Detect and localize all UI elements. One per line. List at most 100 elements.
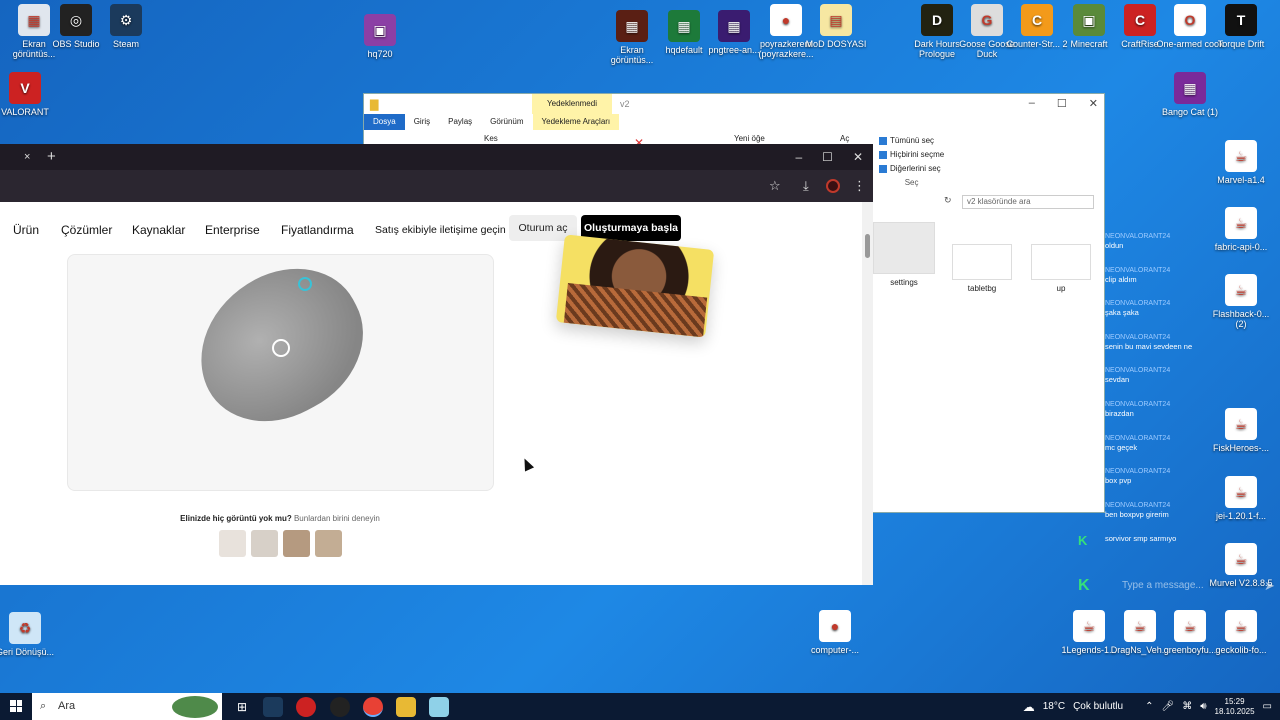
desktop-icon[interactable]: ▣ hq720	[346, 14, 414, 59]
chat-username[interactable]: NEONVALORANT24	[1105, 467, 1245, 476]
app-icon: ☕	[1073, 610, 1105, 642]
tab-file[interactable]: Dosya	[364, 114, 405, 130]
chat-username[interactable]: NEONVALORANT24	[1105, 366, 1245, 375]
nav-product[interactable]: Ürün	[13, 223, 39, 237]
clock[interactable]: 15:29 18.10.2025	[1215, 697, 1255, 717]
new-item-button[interactable]: Yeni öğe	[734, 134, 765, 143]
tab-backup-tools[interactable]: Yedekleme Araçları	[532, 114, 620, 130]
scrollbar[interactable]	[862, 202, 873, 585]
weather-icon: ☁	[1022, 699, 1035, 714]
app-icon: ▦	[616, 10, 648, 42]
tab-view[interactable]: Görünüm	[481, 114, 532, 130]
notepad-taskbar-icon[interactable]	[429, 697, 449, 717]
app-icon: ▦	[1174, 72, 1206, 104]
mic-icon[interactable]: 🎤︎	[1161, 701, 1174, 712]
bookmark-star-icon[interactable]: ☆	[769, 178, 781, 194]
send-icon[interactable]: ➤	[1264, 578, 1275, 594]
craftrise-taskbar-icon[interactable]	[296, 697, 316, 717]
desktop-icon[interactable]: ▦ Bango Cat (1)	[1156, 72, 1224, 117]
invert-selection-button[interactable]: Diğerlerini seç	[879, 162, 944, 176]
download-icon[interactable]: ⤓	[803, 178, 809, 194]
sample-image-thumb[interactable]	[219, 530, 246, 557]
notifications-icon[interactable]: ▭	[1263, 701, 1272, 712]
tab-home[interactable]: Giriş	[405, 114, 439, 130]
close-icon[interactable]: ✕	[1089, 97, 1098, 110]
browser-window[interactable]: × + – ☐ ✕ ☆ ⤓ ⋮ Ürün Çözümler Kaynaklar …	[0, 144, 873, 585]
explorer-titlebar[interactable]: ▇ Yedeklenmedi v2 – ☐ ✕	[364, 94, 1104, 114]
sample-image-thumb[interactable]	[283, 530, 310, 557]
steam-taskbar-icon[interactable]	[263, 697, 283, 717]
weather-temp[interactable]: 18°C	[1043, 701, 1065, 712]
app-icon: V	[9, 72, 41, 104]
chat-username[interactable]: NEONVALORANT24	[1105, 434, 1245, 443]
nav-resources[interactable]: Kaynaklar	[132, 223, 185, 237]
chat-username[interactable]: NEONVALORANT24	[1105, 333, 1245, 342]
desktop-icon[interactable]: ⚙ Steam	[92, 4, 160, 49]
desktop-icon[interactable]: ● computer-...	[801, 610, 869, 655]
maximize-icon[interactable]: ☐	[1057, 97, 1067, 110]
app-icon: ●	[770, 4, 802, 36]
app-icon: ▣	[1073, 4, 1105, 36]
contact-sales-link[interactable]: Satış ekibiyle iletişime geçin	[375, 224, 506, 236]
search-input[interactable]: v2 klasöründe ara	[962, 195, 1094, 209]
context-tab-label[interactable]: Yedeklenmedi	[532, 94, 612, 114]
nav-solutions[interactable]: Çözümler	[61, 223, 112, 237]
taskbar-search[interactable]: ⌕ Ara	[32, 693, 222, 720]
example-photo	[555, 234, 715, 338]
tab-share[interactable]: Paylaş	[439, 114, 481, 130]
sample-image-thumb[interactable]	[251, 530, 278, 557]
profile-avatar[interactable]	[826, 179, 840, 193]
select-all-button[interactable]: Tümünü seç	[879, 134, 944, 148]
volume-icon[interactable]: 🔊︎	[1200, 701, 1206, 712]
desktop-icon[interactable]: V VALORANT	[0, 72, 59, 117]
desktop-icon[interactable]: ☕ geckolib-fo...	[1207, 610, 1275, 655]
chrome-taskbar-icon[interactable]	[363, 697, 383, 717]
desktop-icon[interactable]: ▤ MoD DOSYASI	[802, 4, 870, 49]
sample-image-thumb[interactable]	[315, 530, 342, 557]
nav-pricing[interactable]: Fiyatlandırma	[281, 223, 354, 237]
sample-hint: Elinizde hiç görüntü yok mu? Bunlardan b…	[180, 514, 380, 523]
app-icon: C	[1021, 4, 1053, 36]
file-item-settings[interactable]: settings	[869, 222, 939, 287]
open-button[interactable]: Aç	[840, 134, 849, 143]
chat-input[interactable]: Type a message...	[1122, 580, 1204, 591]
refresh-icon[interactable]: ↻	[944, 195, 952, 206]
network-icon[interactable]: ⌘	[1182, 701, 1192, 712]
chevron-up-icon[interactable]: ⌃	[1145, 701, 1153, 712]
image-upload-area[interactable]	[67, 243, 494, 491]
task-view-icon[interactable]: ⊞	[232, 697, 252, 717]
chat-text: sorvivor smp sarmıyo	[1105, 534, 1177, 544]
chat-username[interactable]: NEONVALORANT24	[1105, 232, 1245, 241]
close-icon[interactable]: ✕	[853, 150, 863, 164]
chat-username[interactable]: NEONVALORANT24	[1105, 400, 1245, 409]
file-item-tabletbg[interactable]: tabletbg	[947, 244, 1017, 293]
chat-username[interactable]: NEONVALORANT24	[1105, 266, 1245, 275]
desktop-icon[interactable]: T Torque Drift	[1207, 4, 1275, 49]
app-icon: C	[1124, 4, 1156, 36]
app-icon: ☕	[1124, 610, 1156, 642]
chat-text: birazdan	[1105, 408, 1134, 418]
minimize-icon[interactable]: –	[795, 150, 802, 164]
chat-username[interactable]: NEONVALORANT24	[1105, 299, 1245, 308]
cut-button[interactable]: Kes	[484, 134, 498, 143]
desktop-icon[interactable]: ☕ Marvel-a1.4	[1207, 140, 1275, 185]
menu-dots-icon[interactable]: ⋮	[853, 178, 866, 194]
select-none-button[interactable]: Hiçbirini seçme	[879, 148, 944, 162]
chat-text: şaka şaka	[1105, 308, 1139, 318]
explorer-taskbar-icon[interactable]	[396, 697, 416, 717]
nav-enterprise[interactable]: Enterprise	[205, 223, 260, 237]
minimize-icon[interactable]: –	[1029, 97, 1035, 110]
chat-message: NEONVALORANT24 box pvp	[1105, 467, 1245, 501]
app-icon: O	[1174, 4, 1206, 36]
chat-username[interactable]: NEONVALORANT24	[1105, 501, 1245, 510]
desktop-icon[interactable]: ♻ Geri Dönüşü...	[0, 612, 59, 657]
start-button[interactable]	[10, 700, 22, 712]
tab-close-icon[interactable]: ×	[24, 151, 30, 163]
weather-desc[interactable]: Çok bulutlu	[1073, 701, 1123, 712]
obs-taskbar-icon[interactable]	[330, 697, 350, 717]
desktop-icon-label: computer-...	[810, 645, 859, 655]
maximize-icon[interactable]: ☐	[822, 150, 833, 164]
new-tab-button[interactable]: +	[47, 148, 56, 165]
target-ring-icon	[272, 339, 290, 357]
file-item-up[interactable]: up	[1026, 244, 1096, 293]
